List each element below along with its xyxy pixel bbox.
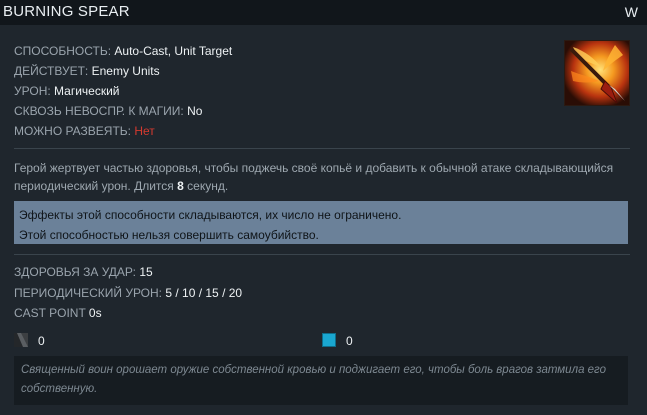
- section-divider: [14, 148, 630, 149]
- attr-value: No: [187, 104, 203, 118]
- stat-health-per-hit: ЗДОРОВЬЯ ЗА УДАР: 15: [14, 265, 153, 279]
- stat-key: ПЕРИОДИЧЕСКИЙ УРОН:: [14, 286, 166, 300]
- hotkey-label: W: [624, 4, 638, 20]
- attr-value: Магический: [54, 84, 120, 98]
- description-text-end: секунд.: [183, 179, 229, 193]
- attr-pierces-immunity: СКВОЗЬ НЕВОСПР. К МАГИИ: No: [14, 104, 202, 118]
- attr-value: Enemy Units: [91, 64, 160, 78]
- stat-key: ЗДОРОВЬЯ ЗА УДАР:: [14, 265, 140, 279]
- description-text: Герой жертвует частью здоровья, чтобы по…: [14, 161, 614, 193]
- attr-key: МОЖНО РАЗВЕЯТЬ:: [14, 124, 135, 138]
- cooldown-icon: [14, 333, 28, 347]
- attr-key: УРОН:: [14, 84, 55, 98]
- burning-spear-icon: [564, 40, 630, 106]
- attr-damage-type: УРОН: Магический: [14, 84, 120, 98]
- attr-value: Нет: [134, 124, 155, 138]
- attr-affects: ДЕЙСТВУЕТ: Enemy Units: [14, 64, 160, 78]
- stat-value: 15: [139, 265, 153, 279]
- mana-icon: [322, 333, 336, 347]
- attr-dispellable: МОЖНО РАЗВЕЯТЬ: Нет: [14, 124, 155, 138]
- attr-key: СПОСОБНОСТЬ:: [14, 44, 115, 58]
- ability-title: BURNING SPEAR: [3, 3, 130, 20]
- stat-key: CAST POINT: [14, 306, 89, 320]
- cooldown-value: 0: [38, 334, 45, 348]
- attr-key: ДЕЙСТВУЕТ:: [14, 64, 92, 78]
- stat-cast-point: CAST POINT 0s: [14, 306, 102, 320]
- attr-ability-type: СПОСОБНОСТЬ: Auto-Cast, Unit Target: [14, 44, 232, 58]
- attr-key: СКВОЗЬ НЕВОСПР. К МАГИИ:: [14, 104, 188, 118]
- tooltip-header: BURNING SPEAR W: [0, 0, 647, 25]
- lore-text: Священный воин орошает оружие собственно…: [21, 364, 606, 395]
- note-line: Эффекты этой способности складываются, и…: [19, 208, 402, 222]
- stat-dot-damage: ПЕРИОДИЧЕСКИЙ УРОН: 5 / 10 / 15 / 20: [14, 286, 242, 300]
- duration-value: 8: [177, 179, 184, 193]
- ability-notes: Эффекты этой способности складываются, и…: [14, 201, 628, 244]
- ability-description: Герой жертвует частью здоровья, чтобы по…: [14, 159, 614, 195]
- mana-cost: 0: [322, 331, 382, 349]
- cooldown-cost: 0: [14, 331, 74, 349]
- attr-value: Auto-Cast, Unit Target: [114, 44, 233, 58]
- stat-value: 0s: [88, 306, 102, 320]
- section-divider: [14, 254, 630, 255]
- mana-value: 0: [346, 334, 353, 348]
- stat-value: 5 / 10 / 15 / 20: [165, 286, 243, 300]
- note-line: Этой способностью нельзя совершить самоу…: [19, 228, 319, 242]
- lore-box: Священный воин орошает оружие собственно…: [14, 356, 628, 405]
